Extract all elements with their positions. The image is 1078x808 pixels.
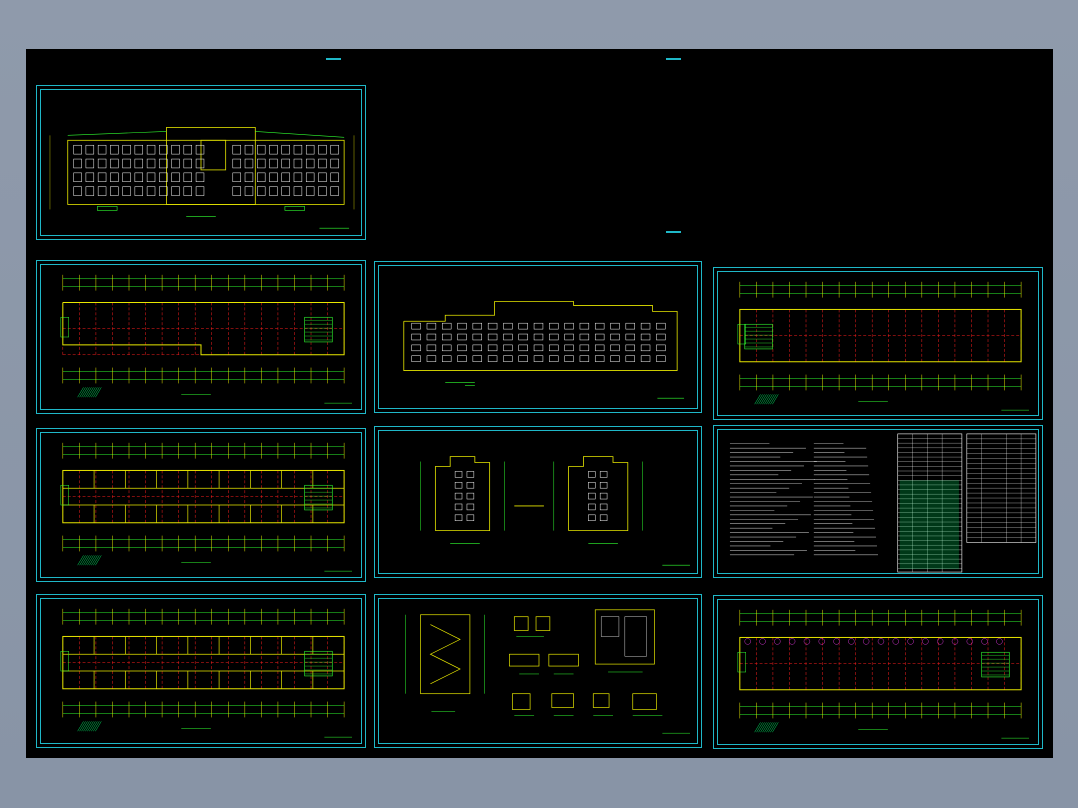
sheet-front-elevation[interactable] [36, 85, 366, 240]
sheet-floor-plan-2[interactable] [713, 267, 1043, 420]
notes-tables-drawing [729, 433, 1037, 573]
canvas-mark-3 [666, 231, 681, 233]
sheet-rear-elevation[interactable] [374, 261, 702, 413]
side-elevations-drawing [420, 456, 690, 566]
sheet-floor-plan-5[interactable] [713, 595, 1043, 749]
rear-elevation-drawing [403, 301, 685, 399]
floor-plan-5-drawing [737, 609, 1030, 739]
drawing-canvas[interactable] [26, 49, 1053, 758]
floor-plan-3-drawing [60, 442, 353, 572]
sheet-side-elevations[interactable] [374, 426, 702, 578]
canvas-top-mark-2 [666, 58, 681, 60]
sheet-floor-plan-4[interactable] [36, 594, 366, 748]
floor-plan-1-drawing [60, 274, 353, 404]
floor-plan-2-drawing [737, 281, 1029, 411]
canvas-top-mark-1 [326, 58, 341, 60]
front-elevation-drawing [49, 127, 355, 229]
sheet-notes-tables[interactable] [713, 425, 1043, 578]
sheet-floor-plan-3[interactable] [36, 428, 366, 582]
sheet-details[interactable] [374, 594, 702, 748]
floor-plan-4-drawing [60, 608, 353, 738]
sheet-floor-plan-1[interactable] [36, 260, 366, 414]
details-drawing [405, 609, 690, 734]
